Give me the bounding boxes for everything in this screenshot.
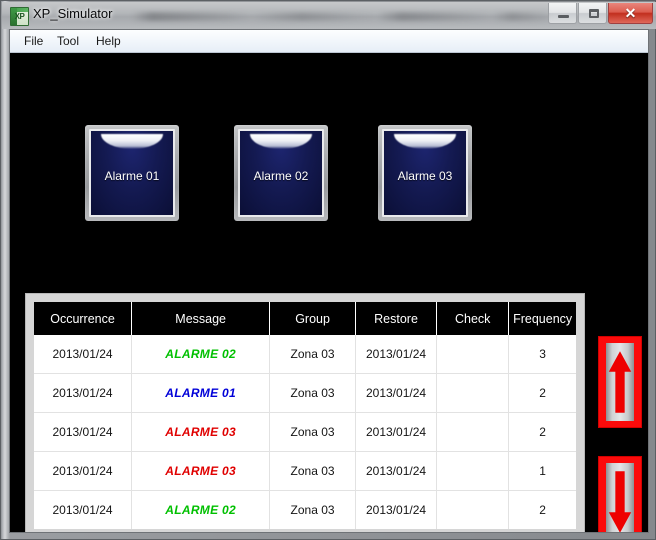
cell-message: ALARME 03 xyxy=(131,451,271,491)
column-header-frequency[interactable]: Frequency xyxy=(508,302,576,335)
application-window: XP XP_Simulator ✕ File Tool Help Alarme … xyxy=(0,0,656,540)
table-row[interactable]: 2013/01/24 ALARME 03 Zona 03 2013/01/24 2 xyxy=(34,412,576,452)
alarm-button-face: Alarme 01 xyxy=(89,129,175,217)
alarm-log-panel: Occurrence Message Group Restore Check F… xyxy=(25,293,585,532)
column-header-message[interactable]: Message xyxy=(131,302,271,335)
client-area: File Tool Help Alarme 01 Alarme 02 Alarm… xyxy=(9,29,649,533)
column-header-occurrence[interactable]: Occurrence xyxy=(34,302,133,335)
alarm-button-02[interactable]: Alarme 02 xyxy=(234,125,328,221)
alarm-button-face: Alarme 03 xyxy=(382,129,468,217)
alarm-button-label: Alarme 03 xyxy=(397,169,453,183)
cell-message: ALARME 01 xyxy=(131,373,271,413)
close-button[interactable]: ✕ xyxy=(608,3,653,24)
maximize-button[interactable] xyxy=(578,3,607,24)
cell-frequency: 1 xyxy=(508,451,576,491)
cell-check xyxy=(436,451,510,491)
alarm-button-01[interactable]: Alarme 01 xyxy=(85,125,179,221)
column-header-group[interactable]: Group xyxy=(269,302,356,335)
column-header-restore[interactable]: Restore xyxy=(355,302,438,335)
maximize-icon xyxy=(589,9,599,18)
scroll-down-button[interactable] xyxy=(598,456,642,532)
minimize-button[interactable] xyxy=(548,3,577,24)
cell-check xyxy=(436,335,510,374)
cell-restore: 2013/01/24 xyxy=(355,373,438,413)
window-title: XP_Simulator xyxy=(33,6,113,21)
title-bar[interactable]: XP XP_Simulator ✕ xyxy=(2,2,656,29)
table-body: 2013/01/24 ALARME 02 Zona 03 2013/01/24 3 201… xyxy=(34,335,576,529)
cell-message: ALARME 03 xyxy=(131,412,271,452)
close-icon: ✕ xyxy=(624,5,637,21)
menu-item-file[interactable]: File xyxy=(19,33,48,49)
table-row[interactable]: 2013/01/24 ALARME 02 Zona 03 2013/01/24 3 xyxy=(34,335,576,374)
cell-frequency: 2 xyxy=(508,412,576,452)
scroll-up-button[interactable] xyxy=(598,336,642,428)
xp-excel-icon: XP xyxy=(10,7,29,26)
column-header-check[interactable]: Check xyxy=(436,302,510,335)
alarm-log-table: Occurrence Message Group Restore Check F… xyxy=(34,302,576,529)
table-row[interactable]: 2013/01/24 ALARME 02 Zona 03 2013/01/24 2 xyxy=(34,490,576,529)
cell-check xyxy=(436,412,510,452)
table-header-row: Occurrence Message Group Restore Check F… xyxy=(34,302,576,335)
scroll-up-button-face xyxy=(606,343,634,421)
menu-bar: File Tool Help xyxy=(10,30,648,53)
table-header: Occurrence Message Group Restore Check F… xyxy=(34,302,576,335)
cell-group: Zona 03 xyxy=(269,373,356,413)
cell-occurrence: 2013/01/24 xyxy=(34,490,133,529)
cell-message: ALARME 02 xyxy=(131,490,271,529)
cell-message: ALARME 02 xyxy=(131,335,271,374)
cell-restore: 2013/01/24 xyxy=(355,335,438,374)
cell-check xyxy=(436,490,510,529)
table-row[interactable]: 2013/01/24 ALARME 01 Zona 03 2013/01/24 2 xyxy=(34,373,576,413)
cell-restore: 2013/01/24 xyxy=(355,451,438,491)
cell-frequency: 2 xyxy=(508,373,576,413)
cell-frequency: 2 xyxy=(508,490,576,529)
simulator-canvas: Alarme 01 Alarme 02 Alarme 03 Occurrence… xyxy=(10,53,648,532)
cell-occurrence: 2013/01/24 xyxy=(34,412,133,452)
cell-occurrence: 2013/01/24 xyxy=(34,451,133,491)
icon-label: XP xyxy=(14,12,25,21)
menu-item-help[interactable]: Help xyxy=(91,33,126,49)
cell-group: Zona 03 xyxy=(269,490,356,529)
alarm-button-face: Alarme 02 xyxy=(238,129,324,217)
alarm-button-03[interactable]: Alarme 03 xyxy=(378,125,472,221)
alarm-button-label: Alarme 01 xyxy=(104,169,160,183)
menu-item-tool[interactable]: Tool xyxy=(52,33,84,49)
cell-occurrence: 2013/01/24 xyxy=(34,335,133,374)
cell-group: Zona 03 xyxy=(269,451,356,491)
cell-restore: 2013/01/24 xyxy=(355,490,438,529)
gloss-highlight xyxy=(249,134,313,149)
cell-frequency: 3 xyxy=(508,335,576,374)
window-controls: ✕ xyxy=(547,3,653,25)
alarm-button-label: Alarme 02 xyxy=(253,169,309,183)
cell-occurrence: 2013/01/24 xyxy=(34,373,133,413)
cell-group: Zona 03 xyxy=(269,335,356,374)
minimize-icon xyxy=(558,15,569,18)
cell-group: Zona 03 xyxy=(269,412,356,452)
gloss-highlight xyxy=(100,134,164,149)
gloss-highlight xyxy=(393,134,457,149)
arrow-down-icon xyxy=(608,471,632,532)
scroll-down-button-face xyxy=(606,463,634,532)
cell-restore: 2013/01/24 xyxy=(355,412,438,452)
table-row[interactable]: 2013/01/24 ALARME 03 Zona 03 2013/01/24 1 xyxy=(34,451,576,491)
arrow-up-icon xyxy=(608,351,632,413)
cell-check xyxy=(436,373,510,413)
